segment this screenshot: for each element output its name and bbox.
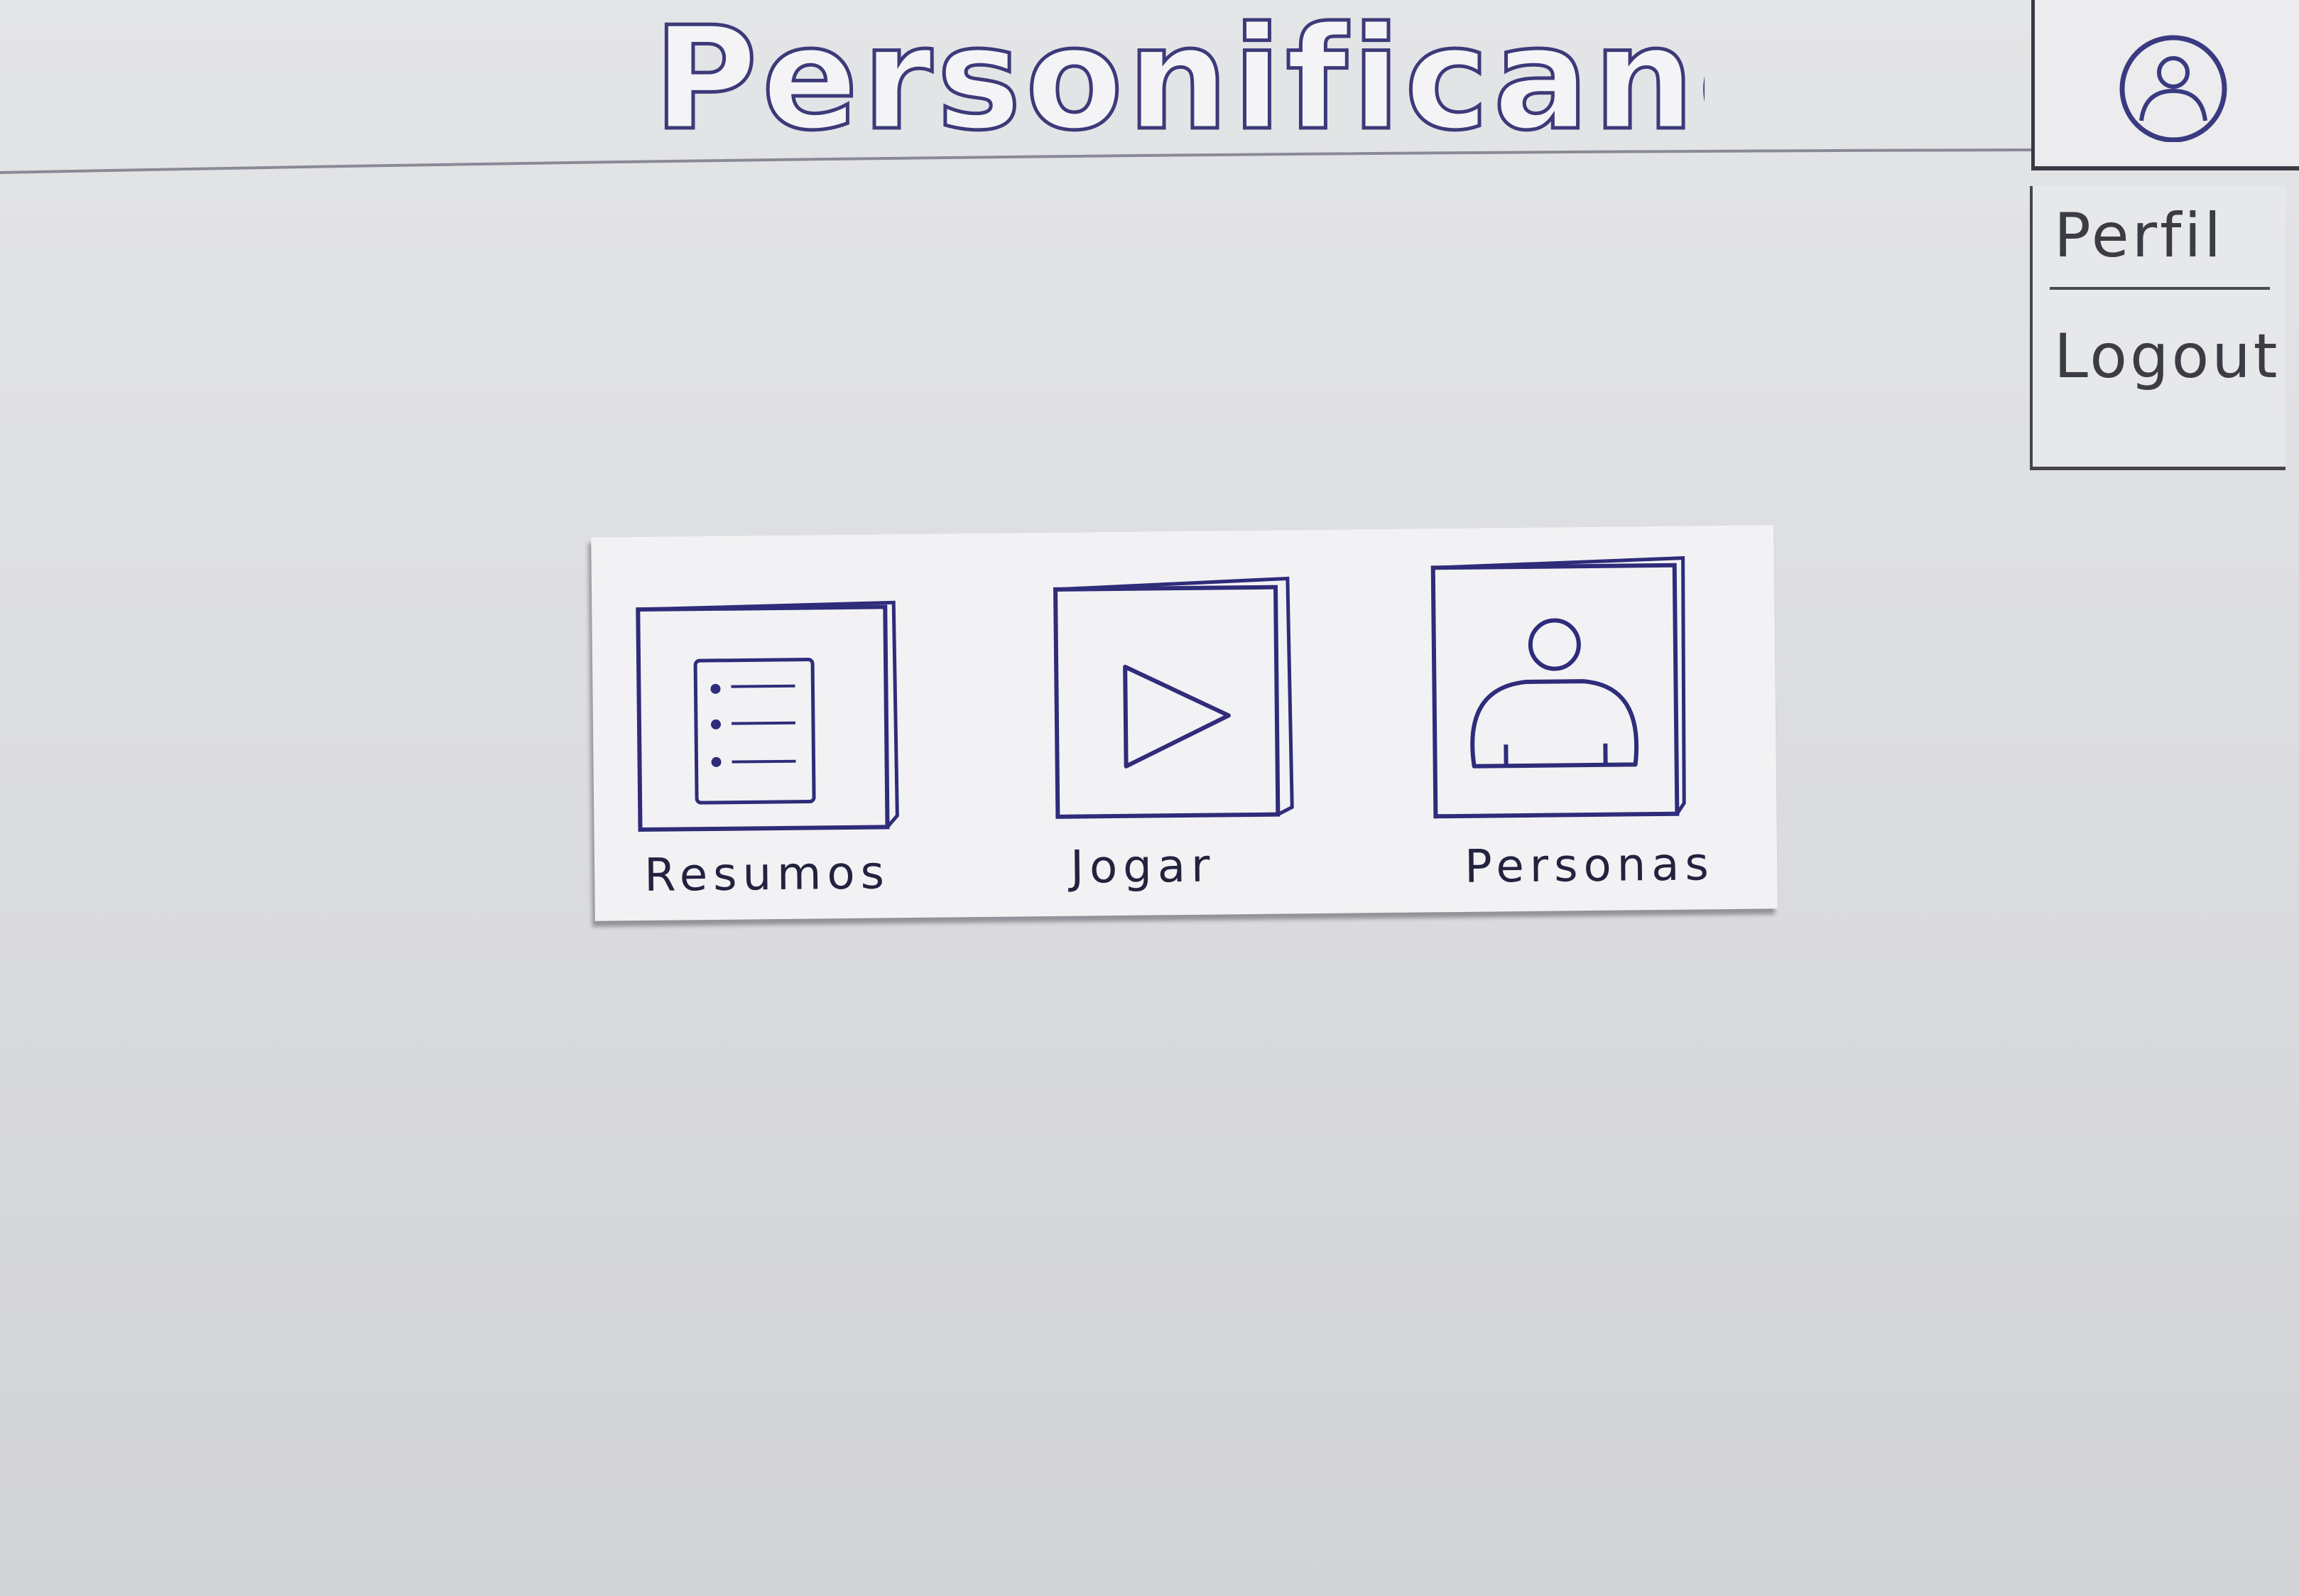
- play-icon: [1053, 576, 1294, 819]
- app-title: Personificando: [652, 0, 1705, 156]
- user-circle-icon: [2119, 35, 2227, 142]
- person-icon: [1430, 556, 1686, 819]
- header-divider: [0, 148, 2038, 174]
- app-title-text: Personificando: [653, 0, 1705, 156]
- tile-personas-label: Personas: [1464, 838, 1715, 894]
- menu-divider: [2050, 287, 2270, 290]
- tile-personas[interactable]: Personas: [1426, 550, 1714, 894]
- tile-jogar-label: Jogar: [1070, 840, 1216, 894]
- tile-resumos[interactable]: Resumos: [631, 598, 903, 902]
- profile-menu: Perfil Logout: [2030, 186, 2286, 470]
- tile-resumos-label: Resumos: [643, 847, 891, 902]
- menu-item-perfil[interactable]: Perfil: [2054, 200, 2224, 271]
- document-list-icon: [636, 600, 899, 832]
- profile-button[interactable]: [2031, 0, 2299, 170]
- menu-item-logout[interactable]: Logout: [2054, 321, 2280, 392]
- tile-jogar[interactable]: Jogar: [1050, 572, 1309, 894]
- main-menu-card: Resumos Jogar Personas: [591, 525, 1778, 921]
